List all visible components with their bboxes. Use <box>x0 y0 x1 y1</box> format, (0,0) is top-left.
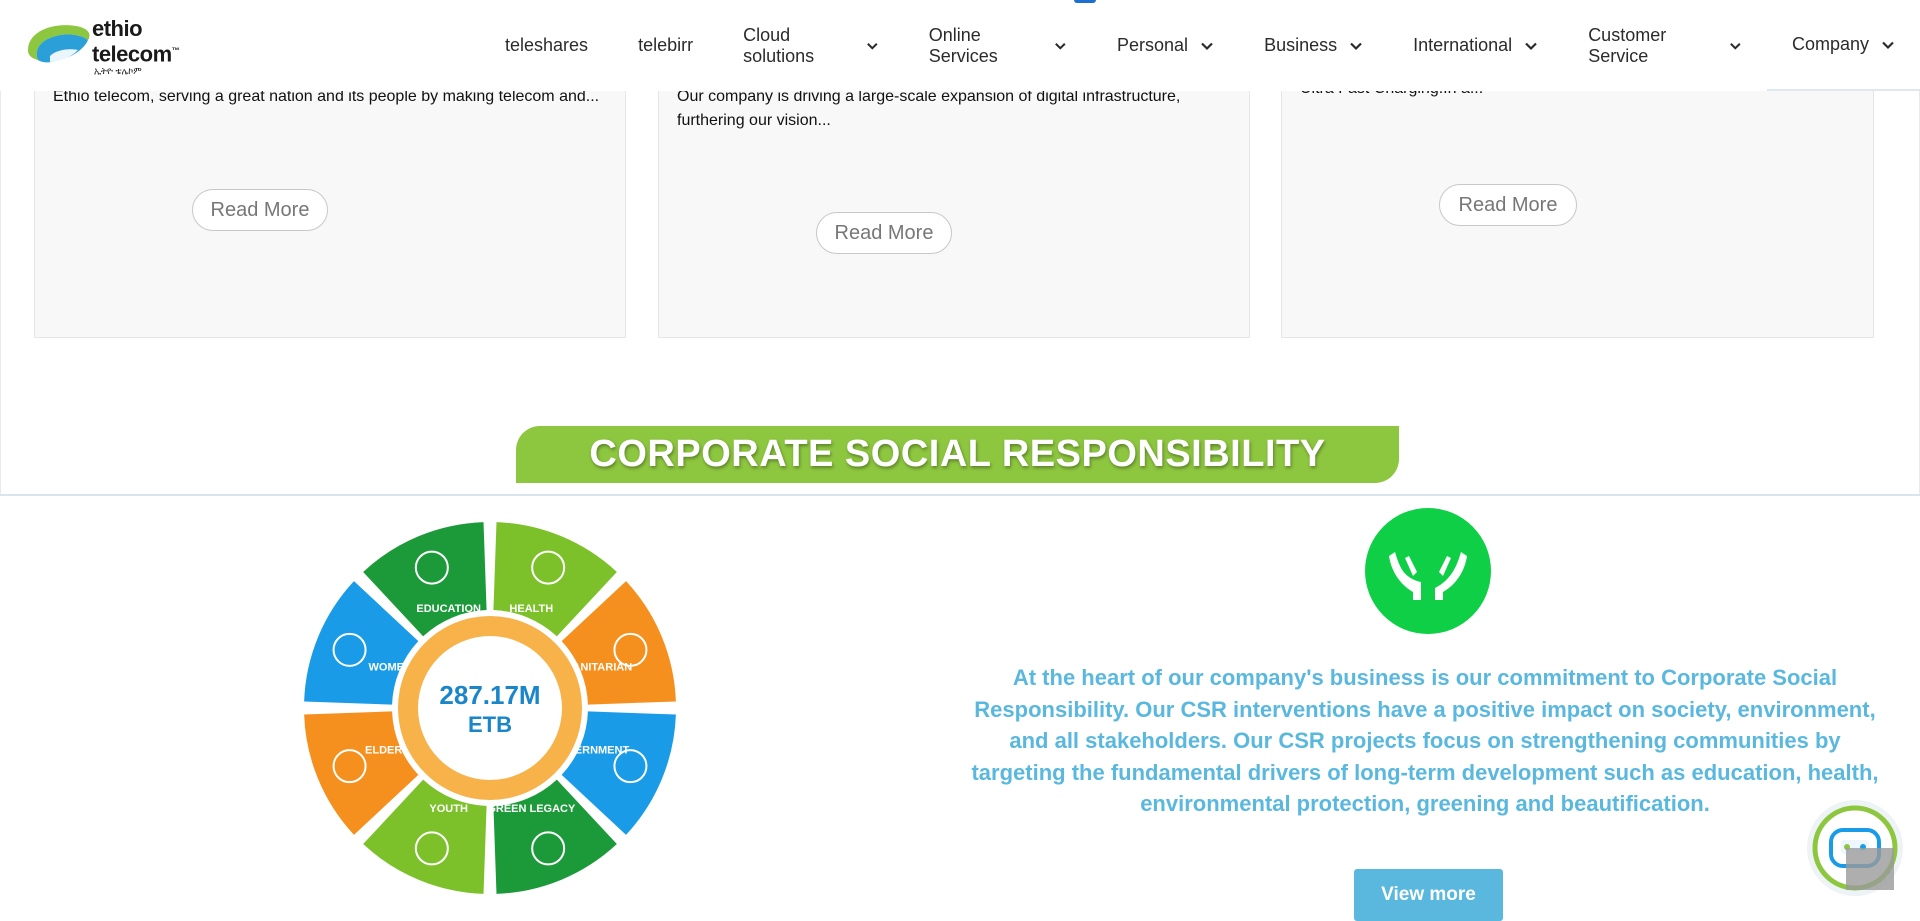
nav-label: telebirr <box>638 35 694 55</box>
caring-hands-icon <box>1365 508 1491 634</box>
wheel-center-value: 287.17M <box>439 680 540 710</box>
logo-name: ethio telecom™ <box>92 18 234 65</box>
nav-item-customer-service[interactable]: Customer Service <box>1563 0 1767 91</box>
chevron-down-icon <box>1055 42 1066 50</box>
nav-label: teleshares <box>505 35 589 55</box>
ethio-telecom-logo-icon <box>28 25 90 63</box>
wheel-segment-label: YOUTH <box>429 803 468 815</box>
wheel-segment-label: HEALTH <box>509 603 553 615</box>
nav-label: International <box>1413 35 1513 55</box>
nav-item-personal[interactable]: Personal <box>1092 0 1239 91</box>
nav-label: Personal <box>1117 35 1189 55</box>
csr-description: At the heart of our company's business i… <box>971 665 1879 816</box>
nav-item-international[interactable]: International <box>1388 0 1563 91</box>
news-card-3: Ultra Fast Charging.In a... Read More <box>1281 60 1874 338</box>
nav-item-company[interactable]: Company <box>1766 0 1920 91</box>
wheel-segment-label: EDUCATION <box>416 603 481 615</box>
csr-allocation-wheel: HEALTHHUMANITARIANGOVERNMENTGREEN LEGACY… <box>304 522 676 894</box>
chevron-down-icon <box>867 42 878 50</box>
nav-item-business[interactable]: Business <box>1239 0 1388 91</box>
main-nav: teleshares telebirr Cloud solutions Online … <box>480 0 1920 91</box>
nav-item-cloud-solutions[interactable]: Cloud solutions <box>718 0 904 91</box>
logo-trademark: ™ <box>171 46 180 56</box>
nav-label: Online Services <box>928 24 998 66</box>
nav-label: Company <box>1791 34 1869 54</box>
nav-item-telebirr[interactable]: telebirr <box>613 0 718 91</box>
read-more-button-3[interactable]: Read More <box>1439 184 1577 226</box>
nav-label: Business <box>1264 35 1338 55</box>
chevron-down-icon <box>1730 42 1741 50</box>
csr-banner-title: CORPORATE SOCIAL RESPONSIBILITY <box>589 433 1326 475</box>
read-more-button-1[interactable]: Read More <box>192 189 328 231</box>
nav-label: Customer Service <box>1588 24 1667 66</box>
nav-item-online-services[interactable]: Online Services <box>904 0 1092 91</box>
chevron-down-icon <box>1350 42 1362 50</box>
logo-subtitle: ኢትዮ ቴሌኮም <box>94 65 142 76</box>
section-divider <box>0 494 1920 496</box>
csr-banner: CORPORATE SOCIAL RESPONSIBILITY <box>516 426 1399 483</box>
logo-text: ethio telecom™ ኢትዮ ቴሌኮም <box>92 18 234 76</box>
chevron-down-icon <box>1201 42 1213 50</box>
news-card-1: Ethio telecom, serving a great nation an… <box>34 60 626 338</box>
site-header: ethio telecom™ ኢትዮ ቴሌኮም teleshares telebi… <box>0 0 1920 91</box>
chevron-down-icon <box>1882 41 1894 49</box>
site-logo[interactable]: ethio telecom™ ኢትዮ ቴሌኮም <box>24 18 234 76</box>
wheel-center-unit: ETB <box>468 712 512 737</box>
card-2-text-line-2: furthering our vision... <box>677 112 831 129</box>
chevron-down-icon <box>1525 42 1537 50</box>
nav-label: Cloud solutions <box>743 24 815 66</box>
news-card-2: Our company is driving a large-scale exp… <box>658 60 1250 338</box>
read-more-button-2[interactable]: Read More <box>816 212 952 254</box>
wheel-segment-label: GREEN LEGACY <box>487 803 576 815</box>
logo-name-text: ethio telecom <box>92 16 172 67</box>
nav-item-teleshares[interactable]: teleshares <box>480 0 613 91</box>
view-more-button[interactable]: View more <box>1354 869 1503 921</box>
scroll-to-top-button[interactable] <box>1846 848 1894 890</box>
